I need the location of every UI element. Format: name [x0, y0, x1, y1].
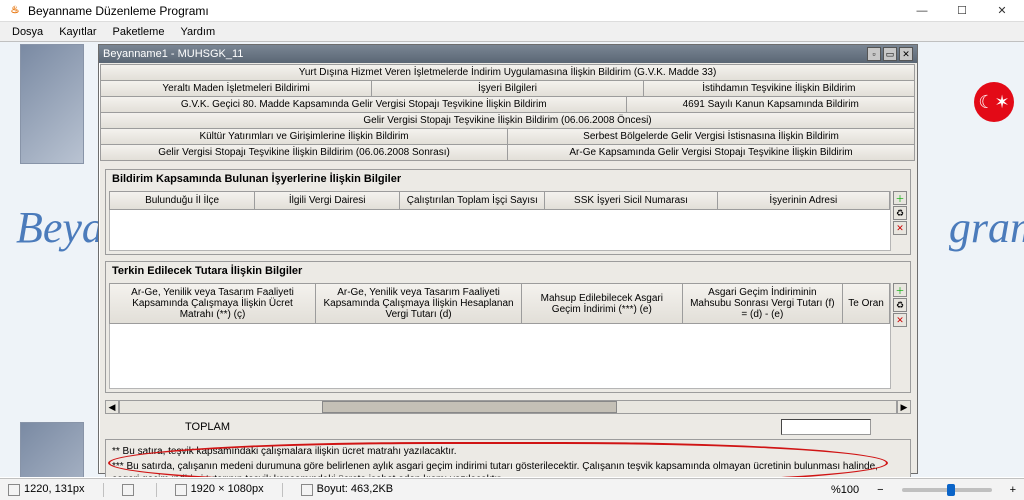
totals-field [781, 419, 871, 435]
scroll-left-button[interactable]: ◀ [105, 400, 119, 414]
grid2-rows[interactable] [110, 324, 890, 388]
menubar: Dosya Kayıtlar Paketleme Yardım [0, 22, 1024, 42]
tab-gvs-sonrasi[interactable]: Gelir Vergisi Stopajı Teşvikine İlişkin … [100, 144, 508, 161]
inner-close-button[interactable]: ✕ [899, 47, 913, 61]
menu-dosya[interactable]: Dosya [4, 24, 51, 40]
grid-terkin: Ar-Ge, Yenilik veya Tasarım Faaliyeti Ka… [109, 283, 891, 389]
scroll-track[interactable] [119, 400, 897, 414]
maximize-button[interactable]: ☐ [948, 3, 976, 19]
col-adres[interactable]: İşyerinin Adresi [717, 191, 890, 210]
tab-yeralti[interactable]: Yeraltı Maden İşletmeleri Bildirimi [100, 80, 372, 97]
tab-isyeri-bilgileri[interactable]: İşyeri Bilgileri [371, 80, 643, 97]
section-terkin: Terkin Edilecek Tutara İlişkin Bilgiler … [105, 261, 911, 393]
java-icon: ♨ [8, 4, 22, 18]
add-row-button-2[interactable]: ＋ [893, 283, 907, 297]
grid1-rows[interactable] [110, 210, 890, 250]
tab-istihdam[interactable]: İstihdamın Teşvikine İlişkin Bildirim [643, 80, 915, 97]
section2-title: Terkin Edilecek Tutara İlişkin Bilgiler [106, 262, 910, 280]
zoom-out-button[interactable]: − [877, 484, 883, 496]
status-zoom: %100 [831, 484, 859, 496]
grid-isyerleri: Bulunduğu İl İlçe İlgili Vergi Dairesi Ç… [109, 191, 891, 251]
tabstrip: Yurt Dışına Hizmet Veren İşletmelerde İn… [99, 63, 917, 163]
col-te-oran[interactable]: Te Oran [842, 283, 890, 324]
tab-gvk-gecici80[interactable]: G.V.K. Geçici 80. Madde Kapsamında Gelir… [100, 96, 627, 113]
totals-row: TOPLAM [105, 419, 911, 435]
dimensions-icon [175, 484, 187, 496]
status-coords: 1220, 131px [8, 483, 85, 495]
add-row-button[interactable]: ＋ [893, 191, 907, 205]
zoom-knob[interactable] [947, 484, 955, 496]
tab-yurt-disina[interactable]: Yurt Dışına Hizmet Veren İşletmelerde İn… [100, 64, 915, 81]
tab-gvs-oncesi[interactable]: Gelir Vergisi Stopajı Teşvikine İlişkin … [100, 112, 915, 129]
inner-window: Beyanname1 - MUHSGK_11 ▫ ▭ ✕ Yurt Dışına… [98, 44, 918, 474]
edit-row-button[interactable]: ♻ [893, 206, 907, 220]
crosshair-icon [8, 484, 20, 496]
edit-row-button-2[interactable]: ♻ [893, 298, 907, 312]
inner-max-button[interactable]: ▭ [883, 47, 897, 61]
footnote-2: *** Bu satırda, çalışanın medeni durumun… [112, 460, 904, 478]
window-title: Beyanname Düzenleme Programı [28, 4, 209, 18]
zoom-slider[interactable] [902, 488, 992, 492]
bg-building-icon [20, 44, 84, 164]
tab-kultur[interactable]: Kültür Yatırımları ve Girişimlerine İliş… [100, 128, 508, 145]
menu-yardim[interactable]: Yardım [172, 24, 223, 40]
totals-label: TOPLAM [185, 421, 230, 433]
inner-window-title: Beyanname1 - MUHSGK_11 [103, 48, 243, 60]
section1-title: Bildirim Kapsamında Bulunan İşyerlerine … [106, 170, 910, 188]
disk-icon [301, 484, 313, 496]
col-vergi-dairesi[interactable]: İlgili Vergi Dairesi [254, 191, 400, 210]
tab-arge[interactable]: Ar-Ge Kapsamında Gelir Vergisi Stopajı T… [507, 144, 915, 161]
status-selection [122, 483, 138, 495]
bg-watermark-left: Beya [16, 202, 104, 253]
delete-row-button-2[interactable]: ✕ [893, 313, 907, 327]
bg-building-icon [20, 422, 84, 477]
close-button[interactable]: ✕ [988, 3, 1016, 19]
menu-paketleme[interactable]: Paketleme [104, 24, 172, 40]
scroll-thumb[interactable] [322, 401, 617, 413]
selection-icon [122, 484, 134, 496]
inner-titlebar[interactable]: Beyanname1 - MUHSGK_11 ▫ ▭ ✕ [99, 45, 917, 63]
footnote-1: ** Bu satıra, teşvik kapsamındaki çalışm… [112, 445, 904, 459]
bg-watermark-right: gramı [949, 202, 1024, 253]
menu-kayitlar[interactable]: Kayıtlar [51, 24, 104, 40]
hscrollbar[interactable]: ◀ ▶ [105, 399, 911, 415]
col-ucret-matrah[interactable]: Ar-Ge, Yenilik veya Tasarım Faaliyeti Ka… [109, 283, 316, 324]
col-ssk-sicil[interactable]: SSK İşyeri Sicil Numarası [544, 191, 717, 210]
minimize-button[interactable]: — [908, 3, 936, 19]
section-isyerleri: Bildirim Kapsamında Bulunan İşyerlerine … [105, 169, 911, 255]
status-size: Boyut: 463,2KB [301, 483, 393, 495]
zoom-in-button[interactable]: + [1010, 484, 1016, 496]
statusbar: 1220, 131px 1920 × 1080px Boyut: 463,2KB… [0, 478, 1024, 500]
delete-row-button[interactable]: ✕ [893, 221, 907, 235]
col-il-ilce[interactable]: Bulunduğu İl İlçe [109, 191, 255, 210]
titlebar: ♨ Beyanname Düzenleme Programı — ☐ ✕ [0, 0, 1024, 22]
status-dims: 1920 × 1080px [175, 483, 264, 495]
scroll-right-button[interactable]: ▶ [897, 400, 911, 414]
tab-serbest-bolge[interactable]: Serbest Bölgelerde Gelir Vergisi İstisna… [507, 128, 915, 145]
bg-flag-icon: ☾✶ [974, 82, 1014, 122]
col-isci-sayisi[interactable]: Çalıştırılan Toplam İşçi Sayısı [399, 191, 545, 210]
col-asgari-gecim[interactable]: Mahsup Edilebilecek Asgari Geçim İndirim… [521, 283, 683, 324]
col-vergi-tutari[interactable]: Ar-Ge, Yenilik veya Tasarım Faaliyeti Ka… [315, 283, 522, 324]
inner-min-button[interactable]: ▫ [867, 47, 881, 61]
mdi-desktop: ☾✶ Beya gramı Beyanname1 - MUHSGK_11 ▫ ▭… [0, 42, 1024, 477]
tab-4691[interactable]: 4691 Sayılı Kanun Kapsamında Bildirim [626, 96, 915, 113]
col-mahsup-sonrasi[interactable]: Asgari Geçim İndiriminin Mahsubu Sonrası… [682, 283, 844, 324]
footnotes: ** Bu satıra, teşvik kapsamındaki çalışm… [105, 439, 911, 477]
